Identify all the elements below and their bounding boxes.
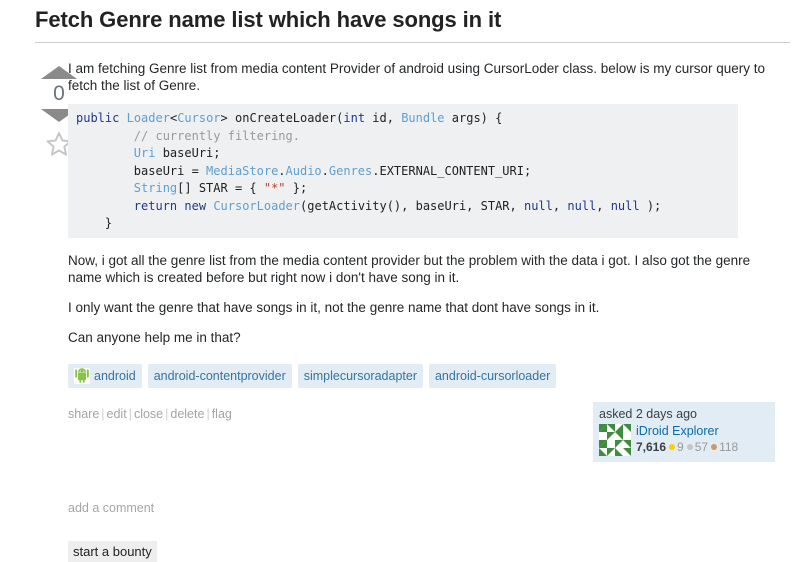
silver-badge-count: 57	[694, 439, 709, 454]
post-row: 0 I am fetching Genre list from media co…	[0, 58, 803, 562]
tag-label: android-contentprovider	[153, 368, 286, 383]
identicon-avatar[interactable]	[599, 423, 631, 456]
code-block: public Loader<Cursor> onCreateLoader(int…	[68, 104, 738, 238]
action-separator: |	[206, 406, 210, 421]
code-content: public Loader<Cursor> onCreateLoader(int…	[76, 111, 662, 230]
post-actions: share | edit | close | delete | flag	[68, 402, 232, 422]
asked-time: asked 2 days ago	[599, 406, 697, 421]
tag-label: android	[94, 368, 136, 383]
tag-android-contentprovider[interactable]: android-contentprovider	[147, 363, 292, 388]
paragraph-after-code-3: Can anyone help me in that?	[68, 329, 241, 345]
page-title: Fetch Genre name list which have songs i…	[35, 7, 502, 32]
paragraph-after-code-2: I only want the genre that have songs in…	[68, 299, 600, 315]
user-info: iDroid Explorer 7,616 9 57 118	[636, 424, 768, 455]
user-details: iDroid Explorer 7,616 9 57 118	[599, 423, 768, 456]
action-separator: |	[128, 406, 132, 421]
paragraph-intro: I am fetching Genre list from media cont…	[68, 61, 766, 93]
question-header: Fetch Genre name list which have songs i…	[35, 6, 790, 43]
vote-cell: 0	[0, 58, 77, 158]
tag-label: android-cursorloader	[434, 368, 551, 383]
question-post: 0 I am fetching Genre list from media co…	[0, 58, 803, 562]
post-body: I am fetching Genre list from media cont…	[68, 58, 803, 562]
user-display-name[interactable]: iDroid Explorer	[636, 424, 768, 439]
title-divider	[35, 42, 790, 43]
user-card[interactable]: asked 2 days ago iDroid Explorer 7,616 9…	[593, 401, 775, 462]
comments-area: add a comment start a bounty	[68, 500, 775, 562]
silver-badge: 57	[686, 439, 709, 455]
share-link[interactable]: share	[68, 407, 99, 421]
tag-label: simplecursoradapter	[303, 368, 417, 383]
gold-badge-count: 9	[677, 439, 684, 454]
delete-link[interactable]: delete	[170, 407, 204, 421]
tag-list: android android-contentprovider simplecu…	[68, 363, 775, 388]
paragraph-after-code-1: Now, i got all the genre list from the m…	[68, 252, 751, 285]
bronze-badge-count: 118	[719, 439, 739, 454]
bronze-badge: 118	[711, 440, 738, 455]
post-menu-row: share | edit | close | delete | flag asked 2 day…	[68, 401, 775, 462]
edit-link[interactable]: edit	[107, 407, 127, 421]
close-link[interactable]: close	[134, 407, 163, 421]
android-robot-icon	[74, 367, 90, 384]
gold-badge: 9	[669, 440, 684, 455]
tag-simplecursoradapter[interactable]: simplecursoradapter	[297, 363, 423, 388]
flag-link[interactable]: flag	[212, 407, 232, 421]
reputation-score: 7,616	[636, 439, 667, 454]
tag-android-cursorloader[interactable]: android-cursorloader	[428, 363, 557, 388]
action-separator: |	[101, 406, 105, 421]
user-reputation-line: 7,616 9 57 118	[636, 440, 768, 455]
add-comment-link[interactable]: add a comment	[68, 501, 154, 515]
vote-count: 0	[53, 82, 65, 105]
silver-badge-icon	[686, 444, 693, 450]
bronze-badge-icon	[711, 444, 718, 450]
gold-badge-icon	[669, 444, 676, 450]
tag-android[interactable]: android	[68, 363, 142, 388]
